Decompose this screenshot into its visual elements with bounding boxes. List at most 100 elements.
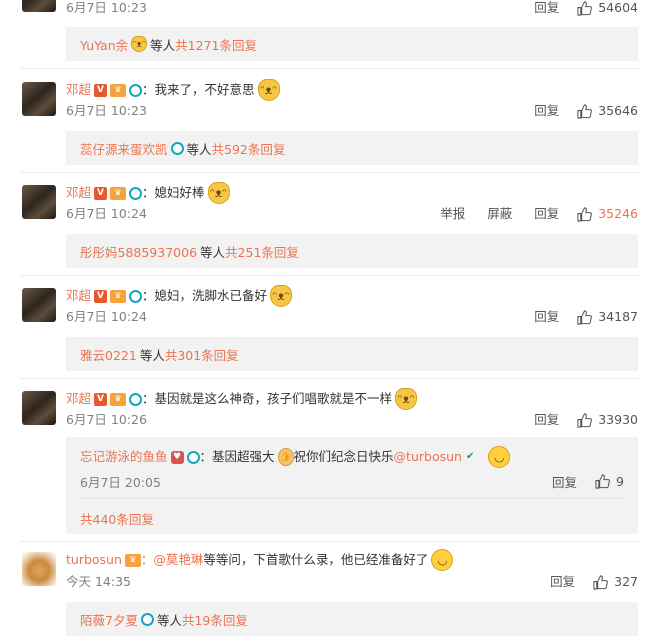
cat-emoji-icon: ᵔᴥᵔ xyxy=(207,182,230,204)
like-button[interactable]: 34187 xyxy=(577,309,638,325)
laugh-emoji-icon: ◡ xyxy=(431,549,454,571)
camera-badge-icon xyxy=(129,83,143,97)
like-button[interactable]: 54604 xyxy=(577,0,638,16)
avatar[interactable] xyxy=(22,552,56,586)
avatar[interactable] xyxy=(22,82,56,116)
like-count: 54604 xyxy=(598,0,638,15)
like-button[interactable]: 35246 xyxy=(577,206,638,222)
reply-user-link[interactable]: YuYan余 xyxy=(80,35,128,54)
reply-summary[interactable]: 蕊仔源来蛋欢凯 等人 共592条回复 xyxy=(66,131,638,165)
reply-user-link[interactable]: 蕊仔源来蛋欢凯 xyxy=(80,139,168,158)
thumbs-up-emoji-icon: 👍 xyxy=(277,448,294,466)
thumbs-up-icon xyxy=(577,309,593,325)
reply-button[interactable]: 回复 xyxy=(534,412,559,428)
like-count: 34187 xyxy=(598,309,638,324)
reply-count-link[interactable]: 共301条回复 xyxy=(165,345,239,364)
reply-summary-mid: 等人 xyxy=(139,347,165,363)
comment-author[interactable]: turbosun xyxy=(66,551,122,569)
thumbs-up-icon xyxy=(595,474,610,489)
like-count: 35646 xyxy=(598,103,638,118)
avatar[interactable] xyxy=(22,288,56,322)
reply-summary-mid: 等人 xyxy=(156,612,182,628)
reply-button[interactable]: 回复 xyxy=(534,0,559,16)
reply-count-link[interactable]: 共1271条回复 xyxy=(175,35,257,54)
camera-badge-icon xyxy=(186,450,200,464)
member-icon: ♛ xyxy=(110,392,127,406)
camera-badge-icon xyxy=(129,392,143,406)
comment-text: ：我来了，不好意思 xyxy=(142,82,255,97)
verified-v-icon: V xyxy=(94,186,108,200)
reply-summary-mid: 等人 xyxy=(150,37,176,53)
thumbs-up-icon xyxy=(577,412,593,428)
block-button[interactable]: 屏蔽 xyxy=(487,206,512,222)
comment-date: 6月7日 10:26 xyxy=(66,412,147,427)
divider xyxy=(80,498,624,499)
reply-date: 6月7日 20:05 xyxy=(80,475,161,490)
member-icon: ♛ xyxy=(110,289,127,303)
divider xyxy=(20,541,640,542)
reply-summary-mid: 等人 xyxy=(186,141,212,157)
comment-author[interactable]: 邓超 xyxy=(66,287,91,305)
comment-text: ：媳妇，洗脚水已备好 xyxy=(142,288,268,303)
reply-button[interactable]: 回复 xyxy=(552,472,577,491)
like-count: 327 xyxy=(614,574,638,589)
reply-summary[interactable]: 彤彤妈5885937006 等人 共251条回复 xyxy=(66,234,638,268)
comment-author[interactable]: 邓超 xyxy=(66,184,91,202)
reply-author[interactable]: 忘记游泳的鱼鱼 xyxy=(80,448,168,466)
reply-summary[interactable]: 雅云0221 等人 共301条回复 xyxy=(66,337,638,371)
avatar[interactable] xyxy=(22,0,56,12)
mention-link[interactable]: ：@莫艳琳 xyxy=(141,551,204,569)
reply-count-link[interactable]: 共251条回复 xyxy=(225,242,299,261)
camera-badge-icon xyxy=(129,289,143,303)
member-icon: ♛ xyxy=(124,553,141,567)
like-count: 33930 xyxy=(598,412,638,427)
like-button[interactable]: 327 xyxy=(593,574,638,590)
divider xyxy=(20,378,640,379)
comment-date: 6月7日 10:23 xyxy=(66,103,147,118)
comment-author[interactable]: 邓超 xyxy=(66,81,91,99)
laugh-emoji-icon: ◡ xyxy=(488,446,511,468)
member-icon: ✔ xyxy=(465,451,475,462)
reply-text-2: 祝你们纪念日快乐 xyxy=(293,449,394,464)
comment-text: 等等问，下首歌什么录，他已经准备好了 xyxy=(203,552,429,567)
member-icon: ♥ xyxy=(170,450,184,464)
reply-text: ：基因超强大 xyxy=(199,449,275,464)
reply-count-link[interactable]: 共19条回复 xyxy=(182,610,248,629)
avatar[interactable] xyxy=(22,391,56,425)
reply-user-link[interactable]: 雅云0221 xyxy=(80,345,137,364)
camera-badge-icon xyxy=(129,186,143,200)
mention-link[interactable]: @turbosun xyxy=(394,448,462,466)
member-icon: ♛ xyxy=(110,186,127,200)
reply-user-link[interactable]: 陌薇7夕夏 xyxy=(80,610,138,629)
reply-button[interactable]: 回复 xyxy=(534,103,559,119)
like-count: 9 xyxy=(616,474,624,489)
like-button[interactable]: 9 xyxy=(595,474,624,489)
verified-v-icon: V xyxy=(94,83,108,97)
cat-emoji-icon: ᵔᴥᵔ xyxy=(395,388,418,410)
avatar[interactable] xyxy=(22,185,56,219)
reply-count-link[interactable]: 共440条回复 xyxy=(80,509,154,528)
report-button[interactable]: 举报 xyxy=(440,206,465,222)
comment-date: 6月7日 10:24 xyxy=(66,309,147,324)
comment-date: 今天 14:35 xyxy=(66,574,131,589)
verified-v-icon: V xyxy=(94,289,108,303)
comment-text: ：媳妇好棒 xyxy=(142,185,205,200)
member-icon: ♛ xyxy=(110,83,127,97)
reply-summary[interactable]: YuYan余 ᵔᴥᵔ 等人 共1271条回复 xyxy=(66,27,638,61)
reply-button[interactable]: 回复 xyxy=(534,206,559,222)
reply-user-link[interactable]: 彤彤妈5885937006 xyxy=(80,242,197,261)
reply-button[interactable]: 回复 xyxy=(550,574,575,590)
cat-emoji-icon: ᵔᴥᵔ xyxy=(257,79,280,101)
nested-replies-panel: 忘记游泳的鱼鱼 ♥ ：基因超强大 👍 祝你们纪念日快乐 @turbosun ✔ … xyxy=(66,437,638,534)
reply-summary[interactable]: 陌薇7夕夏 等人 共19条回复 xyxy=(66,602,638,636)
divider xyxy=(20,68,640,69)
like-button[interactable]: 33930 xyxy=(577,412,638,428)
comment-date: 6月7日 10:23 xyxy=(66,0,147,15)
reply-button[interactable]: 回复 xyxy=(534,309,559,325)
like-button[interactable]: 35646 xyxy=(577,103,638,119)
comment-author[interactable]: 邓超 xyxy=(66,390,91,408)
cat-emoji-icon: ᵔᴥᵔ xyxy=(131,36,148,52)
reply-summary-mid: 等人 xyxy=(200,244,226,260)
reply-count-link[interactable]: 共592条回复 xyxy=(212,139,286,158)
camera-badge-icon xyxy=(140,612,154,626)
